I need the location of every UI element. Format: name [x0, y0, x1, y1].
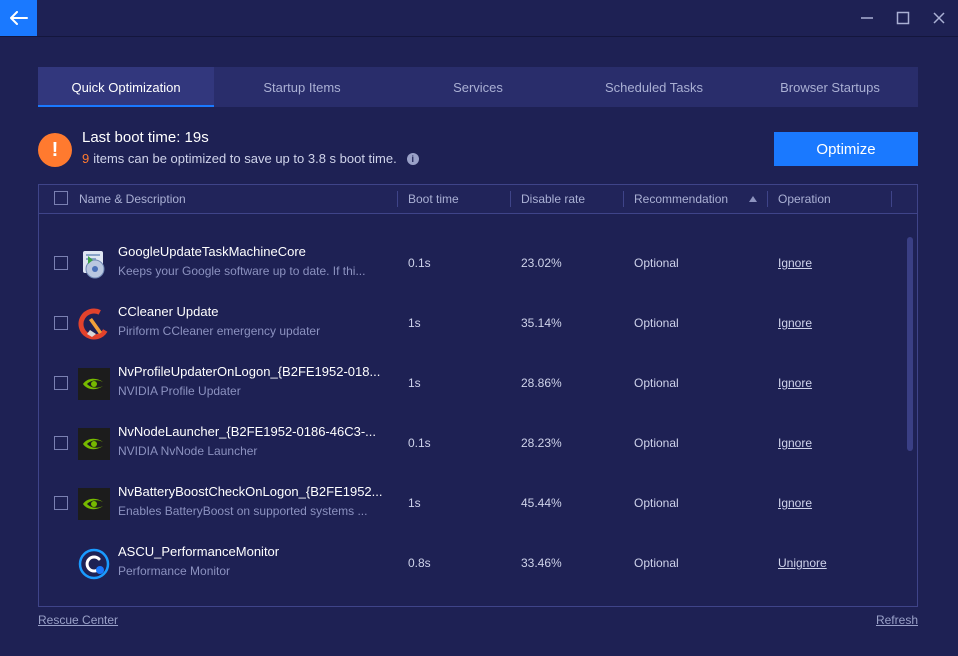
back-button[interactable] [0, 0, 37, 36]
table-row[interactable]: ASCU_PerformanceMonitor Performance Moni… [39, 534, 905, 594]
row-name: NvProfileUpdaterOnLogon_{B2FE1952-018... [118, 364, 381, 379]
row-name: CCleaner Update [118, 304, 219, 319]
row-recommendation: Optional [634, 256, 679, 270]
table-row[interactable]: GoogleUpdateTaskMachineCore Keeps your G… [39, 234, 905, 294]
nvidia-icon [78, 428, 110, 460]
optimize-button[interactable]: Optimize [774, 132, 918, 166]
google-update-icon [83, 251, 105, 279]
row-description: Enables BatteryBoost on supported system… [118, 504, 368, 518]
row-name: ASCU_PerformanceMonitor [118, 544, 280, 559]
row-disable-rate: 35.14% [521, 316, 562, 330]
row-description: Keeps your Google software up to date. I… [118, 264, 366, 278]
tab-quick-optimization[interactable]: Quick Optimization [38, 67, 214, 107]
row-disable-rate: 33.46% [521, 556, 562, 570]
row-checkbox[interactable] [54, 496, 68, 510]
info-icon[interactable]: i [406, 152, 419, 165]
row-recommendation: Optional [634, 556, 679, 570]
row-description: Performance Monitor [118, 564, 231, 578]
ignore-link[interactable]: Ignore [778, 436, 812, 450]
row-recommendation: Optional [634, 436, 679, 450]
optimizable-count: 9 [82, 151, 90, 166]
table-row[interactable]: NvBatteryBoostCheckOnLogon_{B2FE1952... … [39, 474, 905, 534]
row-checkbox[interactable] [54, 436, 68, 450]
ignore-link[interactable]: Ignore [778, 496, 812, 510]
column-divider [510, 191, 511, 207]
table-row[interactable]: CCleaner Update Piriform CCleaner emerge… [39, 294, 905, 354]
row-boot-time: 0.1s [408, 256, 431, 270]
unignore-link[interactable]: Unignore [778, 556, 827, 570]
row-checkbox[interactable] [54, 316, 68, 330]
select-all-checkbox[interactable] [54, 191, 68, 205]
row-disable-rate: 28.86% [521, 376, 562, 390]
warning-icon: ! [38, 133, 72, 167]
close-button[interactable] [927, 6, 951, 30]
close-icon [933, 12, 945, 24]
ccleaner-icon [78, 308, 110, 340]
table-row[interactable]: NvNodeLauncher_{B2FE1952-0186-46C3-... N… [39, 414, 905, 474]
startup-items-table: Name & Description Boot time Disable rat… [38, 184, 918, 607]
row-disable-rate: 45.44% [521, 496, 562, 510]
sort-ascending-icon[interactable] [749, 196, 757, 202]
title-bar [0, 0, 958, 37]
maximize-icon [896, 11, 910, 25]
row-boot-time: 0.8s [408, 556, 431, 570]
arrow-left-icon [9, 11, 28, 25]
nvidia-icon [78, 488, 110, 520]
table-header: Name & Description Boot time Disable rat… [39, 185, 917, 214]
column-operation: Operation [778, 192, 831, 206]
row-description: NVIDIA Profile Updater [118, 384, 241, 398]
row-checkbox[interactable] [54, 376, 68, 390]
tab-services[interactable]: Services [390, 67, 566, 107]
column-divider [623, 191, 624, 207]
column-name[interactable]: Name & Description [79, 185, 186, 213]
column-divider [767, 191, 768, 207]
column-divider [397, 191, 398, 207]
optimize-summary: 9 items can be optimized to save up to 3… [82, 151, 419, 166]
row-recommendation: Optional [634, 376, 679, 390]
ascu-icon [78, 548, 110, 580]
row-boot-time: 1s [408, 316, 421, 330]
tab-startup-items[interactable]: Startup Items [214, 67, 390, 107]
column-disable-rate[interactable]: Disable rate [521, 185, 585, 213]
nvidia-icon [78, 368, 110, 400]
row-recommendation: Optional [634, 496, 679, 510]
row-boot-time: 1s [408, 376, 421, 390]
column-divider [891, 191, 892, 207]
minimize-icon [861, 17, 873, 19]
ignore-link[interactable]: Ignore [778, 316, 812, 330]
row-name: NvNodeLauncher_{B2FE1952-0186-46C3-... [118, 424, 377, 439]
table-row[interactable]: NvProfileUpdaterOnLogon_{B2FE1952-018...… [39, 354, 905, 414]
tab-browser-startups[interactable]: Browser Startups [742, 67, 918, 107]
optimize-summary-text: items can be optimized to save up to 3.8… [93, 151, 397, 166]
row-boot-time: 1s [408, 496, 421, 510]
row-checkbox[interactable] [54, 256, 68, 270]
row-name: NvBatteryBoostCheckOnLogon_{B2FE1952... [118, 484, 383, 499]
column-boot-time[interactable]: Boot time [408, 185, 459, 213]
refresh-link[interactable]: Refresh [876, 613, 918, 627]
tab-scheduled-tasks[interactable]: Scheduled Tasks [566, 67, 742, 107]
boot-time-title: Last boot time: 19s [82, 129, 209, 146]
minimize-button[interactable] [855, 6, 879, 30]
column-recommendation[interactable]: Recommendation [634, 185, 728, 213]
tab-bar: Quick Optimization Startup Items Service… [38, 67, 918, 107]
row-boot-time: 0.1s [408, 436, 431, 450]
row-name: GoogleUpdateTaskMachineCore [118, 244, 306, 259]
rescue-center-link[interactable]: Rescue Center [38, 613, 118, 627]
table-scrollbar[interactable] [907, 237, 913, 451]
maximize-button[interactable] [891, 6, 915, 30]
ignore-link[interactable]: Ignore [778, 376, 812, 390]
row-disable-rate: 28.23% [521, 436, 562, 450]
row-disable-rate: 23.02% [521, 256, 562, 270]
row-recommendation: Optional [634, 316, 679, 330]
row-description: NVIDIA NvNode Launcher [118, 444, 258, 458]
ignore-link[interactable]: Ignore [778, 256, 812, 270]
row-description: Piriform CCleaner emergency updater [118, 324, 321, 338]
